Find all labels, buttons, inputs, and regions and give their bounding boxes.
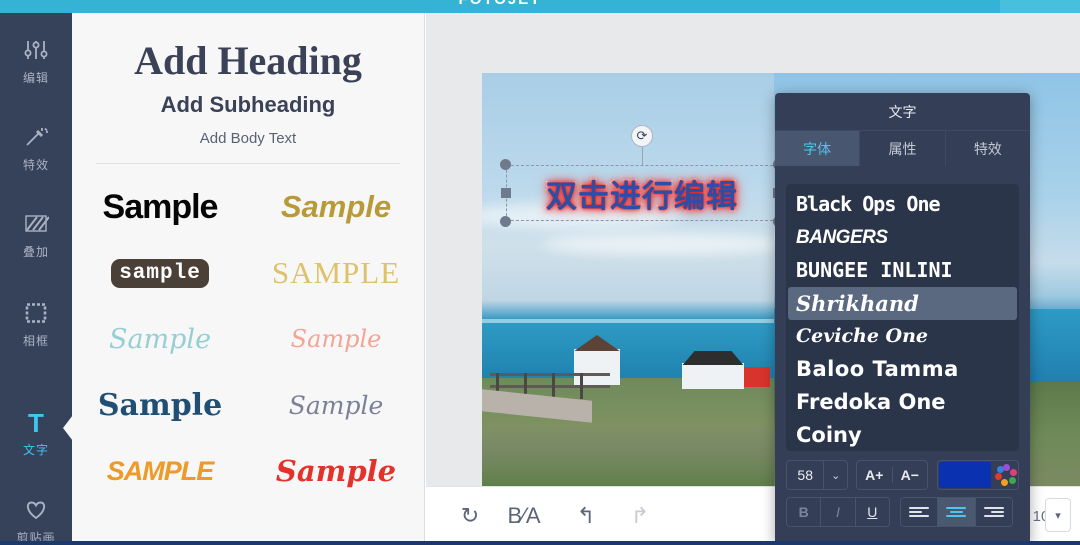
- text-color-swatch[interactable]: [939, 462, 991, 488]
- sidebar-item-label-text: 文字: [22, 442, 49, 457]
- app-logo[interactable]: FOTOJET: [0, 0, 1000, 8]
- sidebar-item-overlay[interactable]: 叠加: [0, 205, 72, 267]
- left-tool-rail: 编辑 特效 叠加 相框 T 文字 剪贴画: [0, 13, 76, 545]
- font-size-stepper[interactable]: 58 ⌄: [786, 460, 848, 490]
- text-format-row: B I U: [786, 497, 1019, 527]
- sidebar-item-edit[interactable]: 编辑: [0, 31, 72, 93]
- text-presets-panel: Add Heading Add Subheading Add Body Text…: [72, 13, 425, 545]
- magic-wand-icon: [23, 126, 49, 152]
- font-sample-item[interactable]: Sample: [72, 306, 248, 372]
- font-list-item[interactable]: Fredoka One: [788, 386, 1017, 419]
- sidebar-item-frame[interactable]: 相框: [0, 294, 72, 356]
- undo-icon[interactable]: ↰: [566, 496, 606, 536]
- chevron-down-icon[interactable]: ⌄: [823, 461, 847, 489]
- sidebar-item-label-edit: 编辑: [22, 70, 49, 85]
- selected-text-object[interactable]: ⟳ 双击进行编辑: [500, 125, 784, 227]
- text-align-group: [900, 497, 1013, 527]
- font-sample-label: Sample: [275, 454, 397, 488]
- tab-properties[interactable]: 属性: [860, 131, 946, 166]
- add-subheading-preset[interactable]: Add Subheading: [72, 92, 424, 118]
- font-sample-label: Sample: [290, 325, 382, 353]
- font-list-item[interactable]: Black Ops One: [788, 188, 1017, 221]
- font-list-item[interactable]: Ceviche One: [788, 320, 1017, 353]
- text-panel-title: 文字: [775, 93, 1030, 131]
- sliders-icon: [23, 39, 49, 65]
- sidebar-item-clipart[interactable]: 剪贴画: [0, 491, 72, 545]
- frame-icon: [23, 302, 49, 328]
- font-sample-item[interactable]: Sample: [248, 372, 424, 438]
- font-size-and-color-row: 58 ⌄ A+ A−: [786, 460, 1019, 490]
- sidebar-item-text[interactable]: T 文字: [0, 403, 72, 465]
- collapse-panel-chevron-icon[interactable]: ▾: [1045, 498, 1071, 532]
- font-sample-item[interactable]: Sample: [248, 174, 424, 240]
- font-sample-item[interactable]: Sample: [72, 372, 248, 438]
- window-bottom-strip: [0, 541, 1080, 545]
- italic-button[interactable]: I: [821, 498, 856, 526]
- font-sample-item[interactable]: sample: [72, 240, 248, 306]
- canvas-text-content[interactable]: 双击进行编辑: [506, 165, 778, 221]
- font-sample-label: sample: [111, 258, 209, 288]
- brand-wrapper: FOTOJET: [0, 0, 1000, 13]
- rotate-handle-icon[interactable]: ⟳: [631, 125, 653, 147]
- presets-divider: [96, 163, 400, 164]
- font-sample-label: Sample: [280, 189, 392, 224]
- sidebar-item-label-frame: 相框: [22, 333, 49, 348]
- decrease-font-size-button[interactable]: A−: [893, 467, 928, 483]
- compare-before-after-icon[interactable]: B⁄A: [504, 496, 544, 536]
- replace-photo-icon[interactable]: ↻: [450, 496, 490, 536]
- font-sample-item[interactable]: Sample: [248, 438, 424, 504]
- add-body-text-preset[interactable]: Add Body Text: [72, 130, 424, 147]
- font-sample-label: Sample: [108, 323, 212, 355]
- font-size-adjust-group: A+ A−: [856, 460, 928, 490]
- rotate-connector: [642, 147, 643, 165]
- add-heading-preset[interactable]: Add Heading: [72, 37, 424, 84]
- heart-icon: [23, 499, 49, 525]
- canvas-photo-left[interactable]: [482, 73, 774, 486]
- font-sample-item[interactable]: Sample: [248, 306, 424, 372]
- bold-button[interactable]: B: [787, 498, 822, 526]
- font-list-item[interactable]: Baloo Tamma: [788, 353, 1017, 386]
- font-size-value[interactable]: 58: [787, 467, 823, 483]
- bold-italic-underline-group: B I U: [786, 497, 890, 527]
- align-right-icon[interactable]: [976, 498, 1012, 526]
- font-sample-label: Sample: [97, 387, 223, 423]
- color-wheel-icon[interactable]: [995, 464, 1017, 486]
- increase-font-size-button[interactable]: A+: [857, 467, 893, 483]
- redo-icon[interactable]: ↱: [620, 496, 660, 536]
- text-icon: T: [28, 407, 44, 438]
- text-color-group: [937, 460, 1019, 490]
- font-sample-item[interactable]: Sample: [72, 174, 248, 240]
- font-sample-label: Sample: [102, 187, 219, 226]
- font-sample-label: SAMPLE: [106, 455, 215, 486]
- top-bar-right-segment: [1000, 0, 1080, 13]
- sidebar-item-label-effects: 特效: [22, 157, 49, 172]
- top-brand-bar: FOTOJET: [0, 0, 1080, 13]
- sidebar-item-label-overlay: 叠加: [22, 244, 49, 259]
- overlay-icon: [23, 213, 50, 239]
- font-list-item[interactable]: BANGERS: [788, 221, 1017, 254]
- sidebar-item-effects[interactable]: 特效: [0, 118, 72, 180]
- font-sample-item[interactable]: SAMPLE: [248, 240, 424, 306]
- font-list[interactable]: Black Ops One BANGERS BUNGEE INLINI Shri…: [786, 184, 1019, 451]
- underline-button[interactable]: U: [856, 498, 889, 526]
- font-sample-grid: Sample Sample sample SAMPLE Sample Sampl…: [72, 174, 424, 504]
- font-list-item[interactable]: BUNGEE INLINI: [788, 254, 1017, 287]
- fotojet-editor-window: FOTOJET 编辑 特效: [0, 0, 1080, 545]
- text-panel-tabs: 字体 属性 特效: [775, 131, 1030, 166]
- text-options-panel: 文字 字体 属性 特效 Black Ops One BANGERS BUNGEE…: [775, 93, 1030, 545]
- font-list-item-selected[interactable]: Shrikhand: [788, 287, 1017, 320]
- font-list-item[interactable]: Coiny: [788, 419, 1017, 451]
- tab-effects[interactable]: 特效: [946, 131, 1030, 166]
- font-sample-item[interactable]: SAMPLE: [72, 438, 248, 504]
- font-sample-label: SAMPLE: [271, 255, 401, 290]
- align-center-icon[interactable]: [938, 498, 976, 526]
- tab-font[interactable]: 字体: [775, 131, 861, 166]
- font-sample-label: Sample: [288, 390, 384, 420]
- align-left-icon[interactable]: [901, 498, 939, 526]
